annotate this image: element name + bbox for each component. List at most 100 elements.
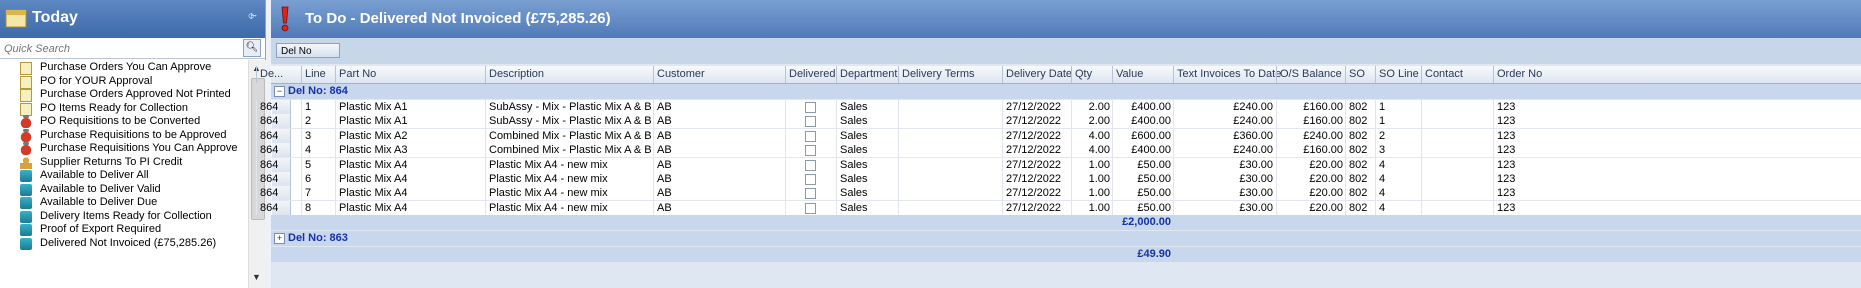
col-part-no-cell: Plastic Mix A2 (339, 129, 408, 142)
col-description-cell: Combined Mix - Plastic Mix A & B - No ..… (489, 129, 651, 142)
table-row[interactable]: 864 3 Plastic Mix A2 Combined Mix - Plastic… (256, 128, 1861, 144)
col-line-header[interactable]: Line (305, 68, 326, 80)
scroll-down-icon[interactable]: ▼ (252, 272, 261, 282)
cell-divider (1345, 100, 1346, 114)
col-value-cell: £400.00 (1131, 101, 1171, 113)
todo-list-item-label: Delivery Items Ready for Collection (40, 209, 212, 222)
col-qty-cell: 1.00 (1088, 187, 1110, 200)
col-customer-header[interactable]: Customer (657, 68, 705, 80)
col-value-header[interactable]: Value (1116, 68, 1143, 80)
collapse-icon[interactable]: − (274, 86, 285, 97)
cell-divider (1421, 114, 1422, 129)
cell-divider (785, 157, 786, 172)
todo-list-item-label: Proof of Export Required (40, 223, 162, 235)
cell-divider (898, 200, 899, 215)
todo-list-item-label: PO Items Ready for Collection (40, 101, 188, 114)
col-customer-cell: AB (657, 201, 672, 214)
pin-icon[interactable]: ⌱ (248, 10, 257, 23)
cell-divider (1002, 114, 1003, 129)
column-separator[interactable] (1421, 66, 1422, 83)
column-separator[interactable] (335, 66, 336, 83)
col-delivered-header[interactable]: Delivered (789, 68, 835, 80)
group-row[interactable]: − Del No: 864 (271, 84, 1861, 99)
cell-divider (1276, 114, 1277, 129)
table-row[interactable]: 864 1 Plastic Mix A1 SubAssy - Mix - Plasti… (256, 100, 1861, 115)
group-total-row: £49.90 (271, 247, 1861, 263)
cell-divider (485, 100, 486, 114)
cell-divider (301, 114, 302, 129)
col-part-no-cell: Plastic Mix A4 (339, 187, 408, 200)
column-separator[interactable] (785, 66, 786, 83)
col-department-cell: Sales (840, 115, 868, 128)
expand-icon[interactable]: + (274, 233, 285, 245)
column-separator[interactable] (1071, 66, 1072, 83)
table-row[interactable]: 864 7 Plastic Mix A4 Plastic Mix A4 - new m… (256, 186, 1861, 202)
col-delivery-date-header[interactable]: Delivery Date (1006, 68, 1072, 80)
column-separator[interactable] (1375, 66, 1376, 83)
column-separator[interactable] (1002, 66, 1003, 83)
delivered-checkbox[interactable] (805, 188, 816, 200)
col-so-line-cell: 1 (1379, 115, 1386, 128)
table-row[interactable]: 864 8 Plastic Mix A4 Plastic Mix A4 - new m… (256, 200, 1861, 216)
col-part-no-header[interactable]: Part No (339, 68, 376, 80)
delivered-checkbox[interactable] (805, 116, 816, 128)
col-department-header[interactable]: Department (840, 68, 897, 80)
delivered-checkbox[interactable] (805, 159, 816, 171)
cell-divider (1071, 100, 1072, 114)
cell-divider (785, 114, 786, 129)
group-by-chip[interactable]: Del No (276, 43, 340, 58)
col-os-balance-cell: £20.00 (1309, 187, 1343, 200)
col-line-cell: 4 (305, 144, 312, 157)
column-separator[interactable] (256, 66, 257, 83)
column-separator[interactable] (1112, 66, 1113, 83)
cell-divider (335, 200, 336, 215)
col-text-invoices-header[interactable]: Text Invoices To Date (1177, 68, 1281, 80)
column-separator[interactable] (1345, 66, 1346, 83)
delivered-checkbox[interactable] (805, 102, 816, 113)
col-description-header[interactable]: Description (489, 68, 544, 80)
col-order-no-cell: 123 (1497, 144, 1516, 157)
basket-icon (20, 142, 32, 155)
column-separator[interactable] (653, 66, 654, 83)
cell-divider (836, 157, 837, 172)
column-separator[interactable] (485, 66, 486, 83)
col-text-invoices-cell: £30.00 (1239, 173, 1273, 185)
delivered-checkbox[interactable] (805, 130, 816, 142)
todo-list-item[interactable]: Delivered Not Invoiced (£75,285.26) (0, 236, 248, 252)
col-line-cell: 5 (305, 158, 312, 171)
group-total-value: £2,000.00 (1122, 216, 1171, 229)
col-qty-cell: 1.00 (1088, 201, 1110, 214)
col-del-no-header[interactable]: De... (260, 68, 283, 80)
quick-search-input[interactable] (2, 40, 246, 57)
column-separator[interactable] (836, 66, 837, 83)
delivered-checkbox[interactable] (805, 202, 816, 214)
col-so-header[interactable]: SO (1349, 68, 1365, 80)
col-so-line-header[interactable]: SO Line (1379, 68, 1419, 80)
col-del-no-cell: 864 (260, 158, 279, 171)
column-separator[interactable] (898, 66, 899, 83)
column-separator[interactable] (1173, 66, 1174, 83)
column-separator[interactable] (1493, 66, 1494, 83)
delivered-checkbox[interactable] (805, 174, 816, 185)
col-os-balance-header[interactable]: O/S Balance (1280, 68, 1342, 80)
cell-divider (836, 100, 837, 114)
col-os-balance-cell: £160.00 (1303, 101, 1343, 113)
group-row[interactable]: + Del No: 863 (271, 231, 1861, 247)
cell-divider (836, 186, 837, 201)
table-row[interactable]: 864 4 Plastic Mix A3 Combined Mix - Plastic… (256, 143, 1861, 159)
col-del-no-cell: 864 (260, 101, 279, 113)
search-icon[interactable]: 🔍︎ (243, 39, 261, 57)
table-row[interactable]: 864 2 Plastic Mix A1 SubAssy - Mix - Plasti… (256, 114, 1861, 130)
table-row[interactable]: 864 6 Plastic Mix A4 Plastic Mix A4 - new m… (256, 172, 1861, 187)
cell-divider (335, 100, 336, 114)
delivered-checkbox[interactable] (805, 145, 816, 157)
today-panel: Today ⌱ 🔍︎ Purchase Orders You Can Appro… (0, 0, 266, 288)
column-separator[interactable] (301, 66, 302, 83)
table-row[interactable]: 864 5 Plastic Mix A4 Plastic Mix A4 - new m… (256, 157, 1861, 173)
col-order-no-cell: 123 (1497, 201, 1516, 214)
col-qty-header[interactable]: Qty (1075, 68, 1092, 80)
col-delivery-terms-header[interactable]: Delivery Terms (902, 68, 975, 80)
col-contact-header[interactable]: Contact (1425, 68, 1463, 80)
col-order-no-header[interactable]: Order No (1497, 68, 1542, 80)
column-separator[interactable] (1276, 66, 1277, 83)
